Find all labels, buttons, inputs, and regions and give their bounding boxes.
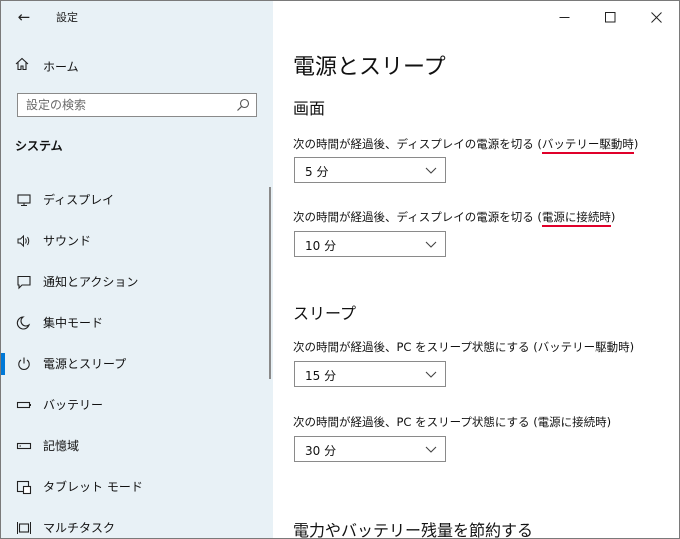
- dropdown-value: 15 分: [305, 369, 337, 383]
- power-icon: [15, 355, 33, 373]
- search-input[interactable]: [18, 94, 236, 116]
- label-text: 次の時間が経過後、ディスプレイの電源を切る (: [293, 137, 542, 151]
- chevron-down-icon: [425, 371, 437, 378]
- sidebar-item-home[interactable]: ホーム: [15, 55, 79, 77]
- back-button[interactable]: ←: [13, 7, 35, 27]
- home-label: ホーム: [43, 59, 79, 74]
- save-power-heading: 電力やバッテリー残量を節約する: [293, 521, 534, 539]
- label-text: ): [633, 137, 639, 151]
- highlighted-text: バッテリー駆動時: [541, 137, 634, 154]
- dropdown-value: 10 分: [305, 239, 337, 253]
- sidebar-item-focus[interactable]: 集中モード: [1, 302, 273, 343]
- tablet-icon: [15, 478, 33, 496]
- sidebar-item-display[interactable]: ディスプレイ: [1, 179, 273, 220]
- sidebar-scrollbar[interactable]: [269, 187, 271, 379]
- screen-plugged-label: 次の時間が経過後、ディスプレイの電源を切る (電源に接続時): [293, 209, 616, 227]
- sidebar-item-tablet-mode[interactable]: タブレット モード: [1, 466, 273, 507]
- moon-icon: [15, 314, 33, 332]
- app-title: 設定: [56, 11, 78, 24]
- monitor-icon: [15, 191, 33, 209]
- sleep-heading: スリープ: [293, 304, 357, 323]
- dropdown-value: 5 分: [305, 165, 329, 179]
- sidebar-item-label: 通知とアクション: [43, 275, 139, 289]
- sidebar-item-multitasking[interactable]: マルチタスク: [1, 507, 273, 538]
- sidebar-item-label: 電源とスリープ: [43, 357, 127, 371]
- sidebar-item-storage[interactable]: 記憶域: [1, 425, 273, 466]
- dropdown-value: 30 分: [305, 444, 337, 458]
- settings-window: ← 設定 ホーム システム ディスプレイ: [0, 0, 680, 539]
- window-controls: [541, 1, 679, 33]
- sidebar-section-title: システム: [15, 139, 63, 153]
- back-arrow-icon: ←: [17, 8, 31, 26]
- sidebar-item-notifications[interactable]: 通知とアクション: [1, 261, 273, 302]
- sleep-battery-dropdown[interactable]: 15 分: [294, 361, 446, 387]
- close-icon: [650, 11, 662, 23]
- screen-plugged-dropdown[interactable]: 10 分: [294, 231, 446, 257]
- home-icon: [15, 57, 35, 75]
- screen-battery-label: 次の時間が経過後、ディスプレイの電源を切る (バッテリー駆動時): [293, 136, 639, 154]
- maximize-icon: [604, 11, 615, 22]
- page-title: 電源とスリープ: [293, 55, 446, 80]
- sleep-battery-label: 次の時間が経過後、PC をスリープ状態にする (バッテリー駆動時): [293, 340, 635, 354]
- chevron-down-icon: [425, 241, 437, 248]
- battery-icon: [15, 396, 33, 414]
- sidebar-nav: ディスプレイ サウンド 通知とアクション 集中モード 電源とスリープ バッテリー…: [1, 179, 273, 538]
- sidebar-item-label: バッテリー: [43, 398, 104, 412]
- sidebar-item-battery[interactable]: バッテリー: [1, 384, 273, 425]
- speaker-icon: [15, 232, 33, 250]
- chevron-down-icon: [425, 167, 437, 174]
- sidebar-item-sound[interactable]: サウンド: [1, 220, 273, 261]
- titlebar: ← 設定: [1, 1, 273, 33]
- notification-icon: [15, 273, 33, 291]
- sidebar: ← 設定 ホーム システム ディスプレイ: [1, 1, 273, 538]
- multitask-icon: [15, 519, 33, 537]
- screen-heading: 画面: [293, 99, 326, 118]
- maximize-button[interactable]: [587, 1, 633, 33]
- close-button[interactable]: [633, 1, 679, 33]
- sidebar-item-label: サウンド: [43, 234, 92, 248]
- search-box[interactable]: [17, 93, 257, 117]
- sidebar-item-label: マルチタスク: [43, 521, 116, 535]
- highlighted-text: 電源に接続時: [541, 210, 611, 227]
- minimize-button[interactable]: [541, 1, 587, 33]
- sidebar-item-label: ディスプレイ: [43, 193, 115, 207]
- sidebar-item-power-sleep[interactable]: 電源とスリープ: [1, 343, 273, 384]
- sidebar-item-label: 集中モード: [43, 316, 104, 330]
- label-text: ): [610, 210, 616, 224]
- minimize-icon: [559, 16, 569, 18]
- label-text: 次の時間が経過後、ディスプレイの電源を切る (: [293, 210, 542, 224]
- chevron-down-icon: [425, 446, 437, 453]
- screen-battery-dropdown[interactable]: 5 分: [294, 157, 446, 183]
- sidebar-item-label: 記憶域: [43, 439, 80, 453]
- search-icon[interactable]: [236, 97, 250, 111]
- main-content: 電源とスリープ 画面 次の時間が経過後、ディスプレイの電源を切る (バッテリー駆…: [273, 1, 679, 538]
- storage-icon: [15, 437, 33, 455]
- active-indicator: [1, 353, 5, 375]
- sidebar-item-label: タブレット モード: [43, 480, 143, 494]
- sleep-plugged-dropdown[interactable]: 30 分: [294, 436, 446, 462]
- sleep-plugged-label: 次の時間が経過後、PC をスリープ状態にする (電源に接続時): [293, 415, 612, 429]
